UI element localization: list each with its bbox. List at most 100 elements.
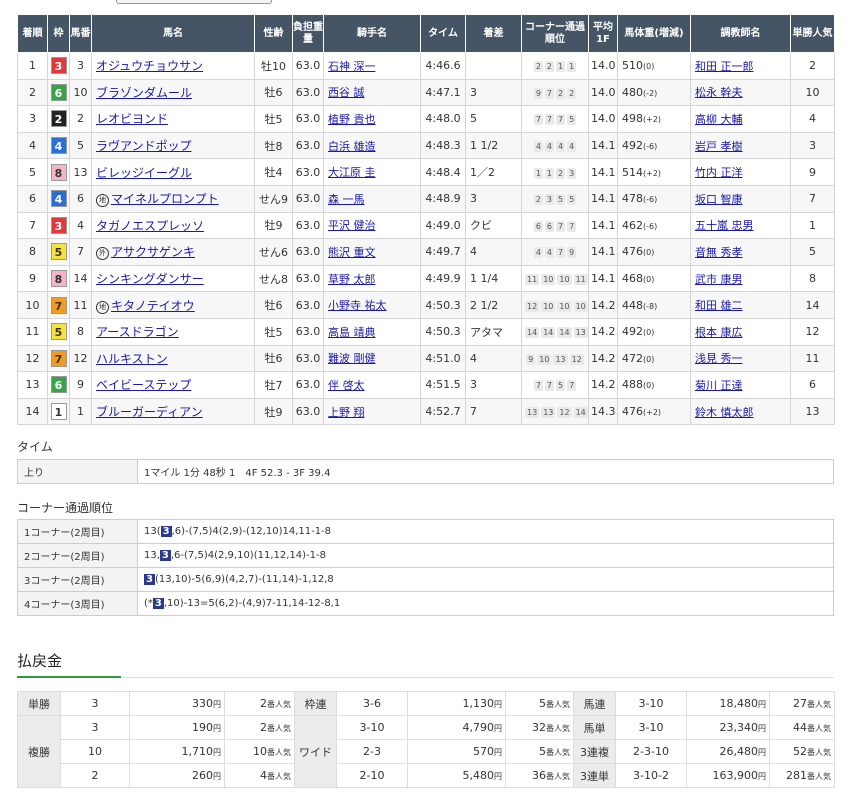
margin: 1／2 <box>465 158 522 186</box>
fukusho-num: 2 <box>60 763 130 788</box>
time: 4:52.7 <box>420 397 466 426</box>
horse-name-link[interactable]: ラヴアンドポップ <box>96 139 192 153</box>
jockey-link[interactable]: 植野 貴也 <box>328 113 376 126</box>
trainer-cell: 岩戸 孝樹 <box>690 131 791 160</box>
corner-pos: 7 <box>544 114 554 126</box>
order-value: 1 <box>29 59 36 73</box>
avg-value: 14.1 <box>591 165 616 179</box>
jockey-link[interactable]: 石神 深一 <box>328 60 376 73</box>
time-value: 4:48.3 <box>425 139 461 153</box>
horse-name-link[interactable]: アサクサゲンキ <box>111 245 195 259</box>
jockey-link[interactable]: 西谷 誠 <box>328 86 365 99</box>
trainer-link[interactable]: 菊川 正達 <box>695 379 743 392</box>
trainer-link[interactable]: 音無 秀孝 <box>695 246 743 259</box>
jockey-link[interactable]: 平沢 健治 <box>328 219 376 232</box>
body-weight-value: 498 <box>622 112 643 126</box>
horse-name-link[interactable]: アースドラゴン <box>96 325 179 339</box>
jockey-link[interactable]: 難波 剛健 <box>328 352 376 365</box>
yen-unit: 円 <box>494 772 502 781</box>
pop-value: 2 <box>260 721 267 734</box>
winner-highlight: 3 <box>152 598 164 609</box>
trainer-link[interactable]: 岩戸 孝樹 <box>695 140 743 153</box>
trainer-link[interactable]: 根本 康広 <box>695 326 743 339</box>
trainer-link[interactable]: 坂口 智康 <box>695 193 743 206</box>
horse-name-link[interactable]: ブルーガーディアン <box>96 405 203 419</box>
body-weight-diff: (+2) <box>643 115 662 125</box>
order-value: 6 <box>29 192 36 206</box>
body-weight-diff: (0) <box>643 381 655 391</box>
corner-pos: 7 <box>567 380 577 392</box>
trainer-link[interactable]: 高柳 大輔 <box>695 113 743 126</box>
corner-pos: 2 <box>556 167 566 179</box>
trainer-link[interactable]: 浅見 秀一 <box>695 352 743 365</box>
corner: 2211 <box>521 52 589 80</box>
horse-name-link[interactable]: ビレッジイーグル <box>96 166 192 180</box>
jockey-link[interactable]: 熊沢 重文 <box>328 246 376 259</box>
trainer-link[interactable]: 鈴木 慎太郎 <box>695 406 754 419</box>
horse-name-link[interactable]: マイネルプロンプト <box>111 192 219 206</box>
body-weight-value: 480 <box>622 85 643 99</box>
trainer-cell: 鈴木 慎太郎 <box>690 397 791 426</box>
trainer-link[interactable]: 五十嵐 忠男 <box>695 219 754 232</box>
popularity-value: 9 <box>809 165 816 179</box>
sex-age-value: 牡6 <box>264 352 283 366</box>
order-value: 5 <box>29 165 36 179</box>
horse-name-link[interactable]: タガノエスプレッソ <box>96 219 204 233</box>
waku-badge: 8 <box>50 163 67 181</box>
table-row: 13 6 9 ベイビーステップ 牡7 63.0 伴 啓太 4:51.5 3 7 7 5 7 14.2 488… <box>17 371 835 399</box>
horse-name-cell: アースドラゴン <box>91 317 255 346</box>
sex-age: 牡6 <box>254 291 293 319</box>
pop-unit: 番人気 <box>807 748 831 757</box>
corner-order: 13(3,6)-(7,5)4(2,9)-(12,10)14,11-1-8 <box>137 519 834 544</box>
margin <box>465 52 522 80</box>
jockey-link[interactable]: 小野寺 祐太 <box>328 299 387 312</box>
wakuren-label: 枠連 <box>294 691 337 716</box>
jockey-link[interactable]: 草野 太郎 <box>328 273 376 286</box>
corner-order: 13, 3,6-(7,5)4(2,9,10)(11,12,14)-1-8 <box>137 543 834 568</box>
tansho-yen: 330円 <box>129 691 225 716</box>
corner-order: 3 (13,10)-5(6,9)(4,2,7)-(11,14)-1,12,8 <box>137 567 834 592</box>
horse-name-link[interactable]: キタノテイオウ <box>111 299 195 313</box>
col-sex: 性齢 <box>254 14 293 53</box>
jockey-link[interactable]: 森 一馬 <box>328 193 365 206</box>
horse-name-link[interactable]: オジュウチョウサン <box>96 59 203 73</box>
body-weight-diff: (+2) <box>643 408 662 418</box>
trainer-link[interactable]: 和田 雄二 <box>695 299 743 312</box>
order: 5 <box>17 158 48 186</box>
jockey-link[interactable]: 高島 靖典 <box>328 326 376 339</box>
horse-name-cell: 地マイネルプロンプト <box>91 184 255 213</box>
trainer-link[interactable]: 松永 幹夫 <box>695 86 743 99</box>
weight-value: 63.0 <box>295 378 321 392</box>
bet-pop: 281番人気 <box>769 763 835 788</box>
order: 1 <box>17 52 48 80</box>
time-value: 4:47.1 <box>425 85 461 99</box>
trainer-link[interactable]: 和田 正一郎 <box>695 60 754 73</box>
pop-unit: 番人気 <box>267 724 291 733</box>
jockey-link[interactable]: 大江原 圭 <box>328 166 376 179</box>
waku: 5 <box>47 317 70 346</box>
body-weight-value: 468 <box>622 272 643 286</box>
jockey-link[interactable]: 白浜 雄造 <box>328 140 376 153</box>
sex-age-value: せん9 <box>259 192 288 206</box>
jockey-link[interactable]: 上野 翔 <box>328 406 365 419</box>
time-value: 4:50.3 <box>425 325 461 339</box>
jockey-link[interactable]: 伴 啓太 <box>328 379 365 392</box>
horse-name-link[interactable]: シンキングダンサー <box>96 272 204 286</box>
margin: 1 1/2 <box>465 131 522 160</box>
trainer-link[interactable]: 武市 康男 <box>695 273 743 286</box>
margin-value: クビ <box>470 219 492 233</box>
trainer-link[interactable]: 竹内 正洋 <box>695 166 743 179</box>
waku: 6 <box>47 371 70 399</box>
waku-badge: 2 <box>50 110 67 128</box>
wakuren-pop: 5番人気 <box>505 691 574 716</box>
horse-name-link[interactable]: ブラゾンダムール <box>96 86 192 100</box>
body-weight-diff: (-8) <box>643 301 658 311</box>
horse-name-link[interactable]: レオビヨンド <box>96 112 168 126</box>
horse-name-link[interactable]: ベイビーステップ <box>96 378 191 392</box>
time-value: 4:50.3 <box>425 298 461 312</box>
origin-mark-icon: 地 <box>96 300 109 314</box>
popularity: 9 <box>790 158 835 186</box>
agari-value: 1マイル 1分 48秒 1 4F 52.3 - 3F 39.4 <box>137 459 834 484</box>
horse-name-link[interactable]: ハルキストン <box>96 352 168 366</box>
waku-badge: 4 <box>50 137 67 155</box>
